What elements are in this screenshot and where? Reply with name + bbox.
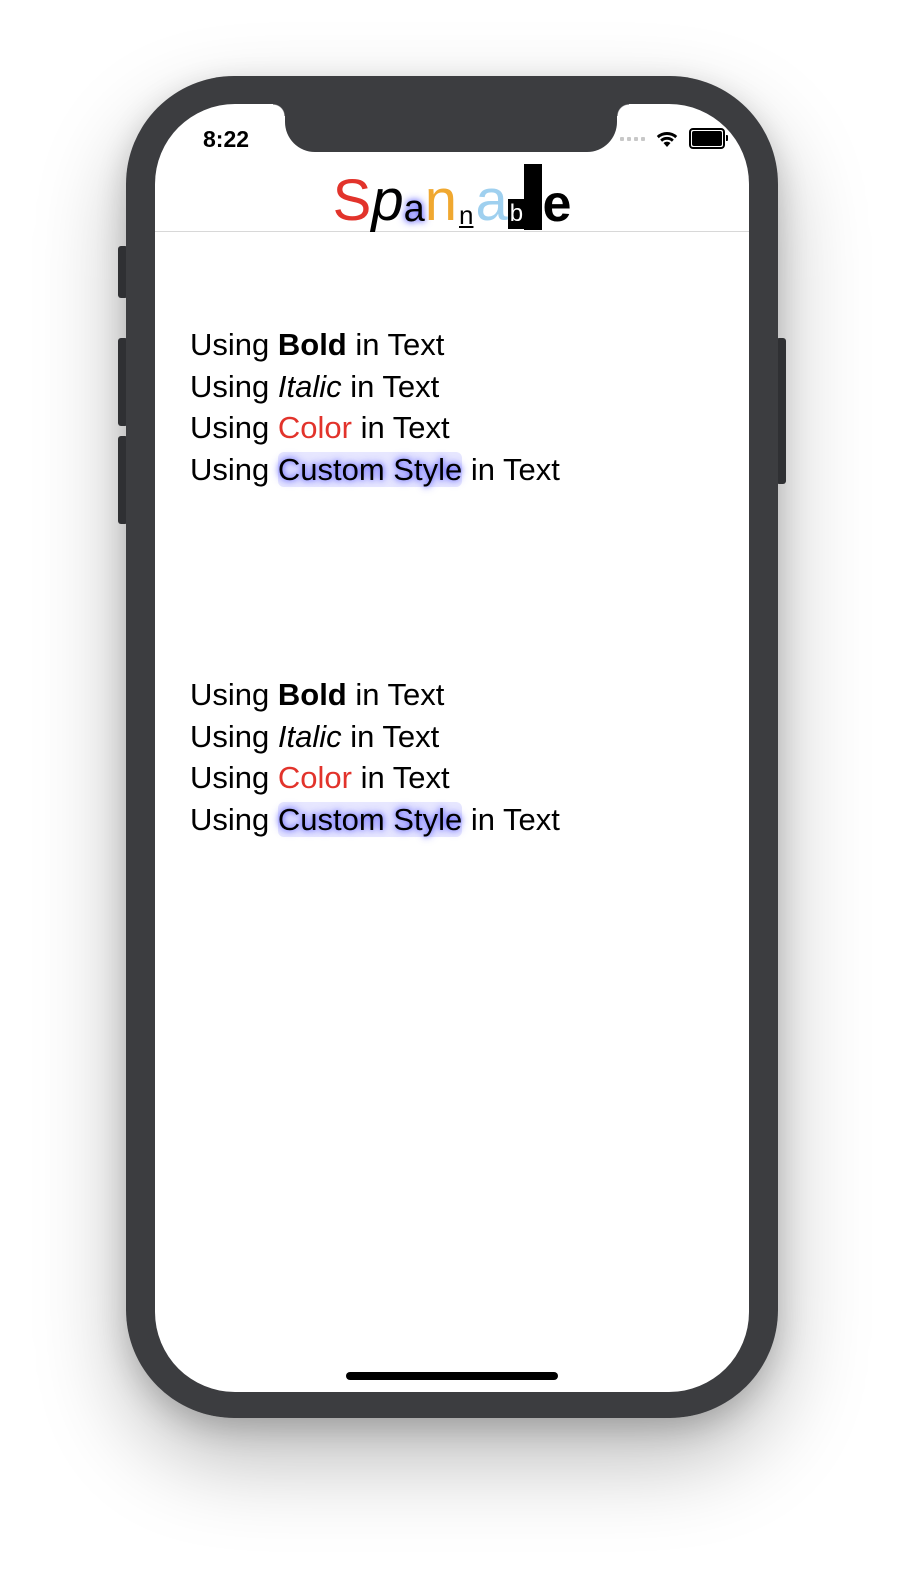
title-letter: p (371, 168, 404, 233)
italic-span: Italic (277, 718, 342, 754)
cellular-signal-icon (620, 136, 645, 141)
spannable-text-block-1: Using Bold in Text Using Italic in Text Us… (190, 324, 730, 490)
status-icons (620, 128, 728, 149)
title-letter: e (542, 175, 572, 233)
line-prefix: Using (190, 718, 278, 754)
device-screen: 8:22 Spannable Using Bold in Text Using I… (155, 104, 749, 1392)
line-suffix: in Text (462, 801, 560, 837)
line-prefix: Using (190, 368, 278, 404)
italic-span: Italic (277, 368, 342, 404)
title-letter: l (524, 160, 543, 234)
line-suffix: in Text (462, 451, 560, 487)
line-prefix: Using (190, 410, 278, 446)
title-letter: a (475, 168, 508, 233)
text-line: Using Bold in Text (190, 324, 730, 366)
wifi-icon (656, 131, 678, 147)
title-letter: n (424, 168, 457, 233)
color-span: Color (277, 760, 352, 796)
text-line: Using Italic in Text (190, 366, 730, 408)
title-letter: n (459, 200, 474, 230)
title-letter: a (403, 188, 425, 230)
color-span: Color (277, 410, 352, 446)
line-suffix: in Text (351, 410, 450, 446)
line-prefix: Using (190, 451, 278, 487)
line-suffix: in Text (341, 718, 440, 754)
line-prefix: Using (190, 760, 278, 796)
custom-style-span: Custom Style (277, 801, 463, 837)
device-notch (273, 104, 629, 152)
text-line: Using Color in Text (190, 757, 730, 799)
navigation-bar: Spannable (155, 164, 749, 232)
home-indicator[interactable] (346, 1372, 558, 1380)
text-line: Using Italic in Text (190, 716, 730, 758)
bold-span: Bold (277, 677, 347, 712)
spannable-text-block-2: Using Bold in Text Using Italic in Text Us… (190, 674, 730, 840)
line-suffix: in Text (346, 327, 445, 362)
text-line: Using Custom Style in Text (190, 799, 730, 841)
text-line: Using Bold in Text (190, 674, 730, 716)
text-line: Using Custom Style in Text (190, 449, 730, 491)
line-prefix: Using (190, 677, 278, 712)
battery-icon (689, 128, 728, 149)
line-suffix: in Text (351, 760, 450, 796)
status-time: 8:22 (203, 126, 250, 152)
line-suffix: in Text (346, 677, 445, 712)
custom-style-span: Custom Style (277, 451, 463, 487)
line-suffix: in Text (341, 368, 440, 404)
title-letter: S (332, 168, 372, 233)
line-prefix: Using (190, 801, 278, 837)
bold-span: Bold (277, 327, 347, 362)
text-line: Using Color in Text (190, 407, 730, 449)
title-letter: b (507, 199, 525, 229)
line-prefix: Using (190, 327, 278, 362)
nav-title: Spannable (155, 164, 749, 230)
